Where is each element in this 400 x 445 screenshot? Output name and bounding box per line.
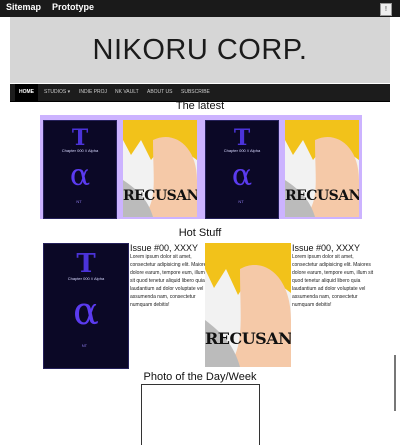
issue-text: Lorem ipsum dolor sit amet, consectetur …: [292, 254, 374, 308]
latest-cover-recusant-1[interactable]: RECUSANT: [123, 120, 197, 217]
menu-button[interactable]: !: [380, 3, 392, 16]
recusant-logo: RECUSANT: [205, 329, 291, 348]
sitemap-link[interactable]: Sitemap: [6, 2, 41, 12]
nav-about-us[interactable]: ABOUT US: [147, 84, 172, 101]
site-title: NIKORU CORP.: [92, 34, 308, 66]
cover-title-letter: T: [76, 248, 96, 279]
hot-cover-recusant[interactable]: RECUSANT: [205, 243, 291, 367]
cover-mark: NT: [81, 343, 88, 349]
latest-cover-recusant-2[interactable]: RECUSANT: [285, 120, 359, 217]
hot-stuff-heading: Hot Stuff: [178, 227, 222, 239]
cover-title-letter: T: [71, 124, 89, 151]
scrollbar-thumb[interactable]: [394, 355, 396, 411]
prototype-link[interactable]: Prototype: [52, 2, 94, 12]
cover-subtitle: Chapter 000 // Alpha: [61, 148, 99, 154]
cover-subtitle: Chapter 000 // Alpha: [223, 148, 261, 154]
nav-nk-vault[interactable]: NK VAULT: [115, 84, 139, 101]
latest-carousel: T Chapter 000 // Alpha α NT RECUSANT T C…: [40, 115, 362, 219]
cover-alpha-symbol: α: [73, 288, 99, 333]
nav-studios[interactable]: STUDIOS ▾: [44, 84, 70, 101]
issue-heading[interactable]: Issue #00, XXXY: [130, 243, 210, 253]
latest-heading: The latest: [175, 100, 225, 112]
hot-issue-right: Issue #00, XXXY Lorem ipsum dolor sit am…: [292, 243, 374, 309]
recusant-logo: RECUSANT: [123, 188, 197, 204]
latest-cover-alpha-1[interactable]: T Chapter 000 // Alpha α NT: [43, 120, 117, 219]
photo-frame[interactable]: [141, 384, 260, 445]
recusant-logo: RECUSANT: [285, 188, 359, 204]
hero-banner: NIKORU CORP.: [10, 17, 390, 83]
cover-title-letter: T: [233, 124, 251, 151]
cover-alpha-symbol: α: [69, 157, 91, 193]
latest-cover-alpha-2[interactable]: T Chapter 000 // Alpha α NT: [205, 120, 279, 219]
hot-cover-alpha[interactable]: T Chapter 000 // Alpha α NT: [43, 243, 129, 369]
nav-indie-proj[interactable]: INDIE PROJ: [79, 84, 107, 101]
cover-mark: NT: [238, 198, 244, 204]
issue-heading[interactable]: Issue #00, XXXY: [292, 243, 374, 253]
recusant-art: [205, 243, 291, 367]
nav-subscribe[interactable]: SUBSCRIBE: [181, 84, 210, 101]
hot-issue-left: Issue #00, XXXY Lorem ipsum dolor sit am…: [130, 243, 210, 309]
cover-alpha-symbol: α: [231, 157, 253, 193]
cover-mark: NT: [76, 198, 82, 204]
issue-text: Lorem ipsum dolor sit amet, consectetur …: [130, 254, 209, 308]
top-bar: Sitemap Prototype !: [0, 0, 400, 17]
cover-subtitle: Chapter 000 // Alpha: [67, 276, 105, 282]
photo-heading: Photo of the Day/Week: [143, 371, 257, 383]
nav-home[interactable]: HOME: [15, 84, 38, 101]
